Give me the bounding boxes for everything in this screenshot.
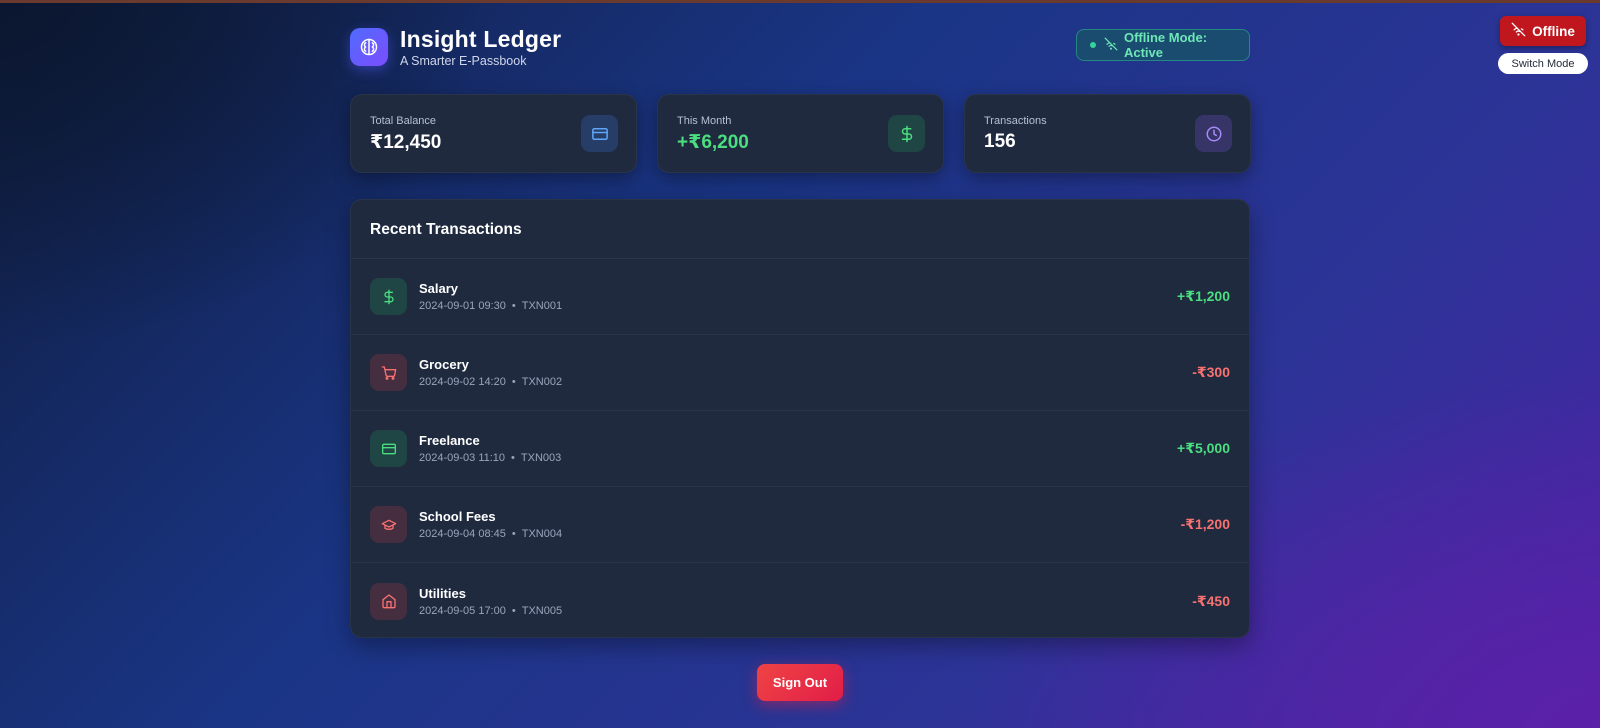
transaction-id: TXN005 [521,604,563,617]
transaction-name: School Fees [419,509,496,524]
wifi-off-icon [1511,22,1526,40]
recent-transactions-panel: Recent Transactions Salary 2024-09-01 09… [350,199,1250,638]
transaction-amount: -₹450 [1192,592,1230,609]
transaction-info: Salary 2024-09-01 09:30 • TXN001 [419,281,562,312]
transaction-datetime: 2024-09-03 11:10 [419,452,506,464]
transaction-meta: 2024-09-03 11:10 • TXN003 [419,452,561,464]
clock-icon [1195,115,1232,152]
offline-mode-label: Offline Mode: Active [1123,30,1208,60]
offline-button[interactable]: Offline [1500,16,1586,46]
app-subtitle: A Smarter E-Passbook [400,54,527,68]
brand: Insight Ledger A Smarter E-Passbook [400,26,561,68]
meta-separator: • [511,528,516,540]
transaction-meta: 2024-09-02 14:20 • TXN002 [419,376,562,388]
meta-separator: • [511,604,516,617]
transaction-info: Freelance 2024-09-03 11:10 • TXN003 [419,433,561,464]
dollar-icon [888,115,925,152]
transaction-row[interactable]: Utilities 2024-09-05 17:00 • TXN005 -₹450 [351,563,1249,637]
transaction-info: School Fees 2024-09-04 08:45 • TXN004 [419,509,562,540]
offline-mode-badge: Offline Mode: Active [1076,29,1250,61]
transaction-amount: +₹5,000 [1177,440,1230,456]
transaction-info: Grocery 2024-09-02 14:20 • TXN002 [419,357,562,388]
transaction-datetime: 2024-09-02 14:20 [419,376,506,388]
status-dot [1090,42,1096,48]
transaction-name: Utilities [419,585,466,601]
graduation-cap-icon [370,506,407,543]
sign-out-button[interactable]: Sign Out [757,664,843,701]
offline-button-label: Offline [1532,23,1575,39]
transaction-name: Salary [419,281,459,296]
app-title: Insight Ledger [400,26,562,52]
shopping-cart-icon [370,354,407,391]
transaction-datetime: 2024-09-05 17:00 [419,604,506,617]
transaction-row[interactable]: Grocery 2024-09-02 14:20 • TXN002 -₹300 [351,335,1249,411]
top-accent-line [0,0,1600,3]
credit-card-icon [370,430,407,467]
transaction-meta: 2024-09-05 17:00 • TXN005 [419,605,562,617]
switch-mode-button[interactable]: Switch Mode [1498,53,1588,74]
transaction-row[interactable]: Salary 2024-09-01 09:30 • TXN001 +₹1,200 [351,259,1249,335]
transaction-id: TXN004 [521,528,563,540]
transaction-name: Grocery [419,357,469,372]
stat-card-this-month: This Month +₹6,200 [657,94,944,173]
transaction-row[interactable]: School Fees 2024-09-04 08:45 • TXN004 -₹1,… [351,487,1249,563]
meta-separator: • [511,376,516,388]
transaction-datetime: 2024-09-04 08:45 [419,528,506,540]
transaction-datetime: 2024-09-01 09:30 [419,300,506,312]
transaction-id: TXN002 [521,376,563,388]
meta-separator: • [511,300,516,312]
panel-title: Recent Transactions [351,200,1249,259]
transaction-id: TXN001 [521,300,563,312]
transaction-id: TXN003 [520,452,562,464]
home-icon [370,582,407,620]
transaction-meta: 2024-09-04 08:45 • TXN004 [419,528,562,540]
transaction-info: Utilities 2024-09-05 17:00 • TXN005 [419,586,562,617]
stats-row: Total Balance ₹12,450 This Month +₹6,200… [350,94,1251,173]
transaction-amount: -₹1,200 [1180,516,1230,532]
transaction-amount: +₹1,200 [1177,288,1230,304]
stat-card-total-balance: Total Balance ₹12,450 [350,94,637,173]
wifi-off-icon [1104,37,1124,54]
stat-card-transactions: Transactions 156 [964,94,1251,173]
transaction-amount: -₹300 [1192,364,1230,380]
transaction-row[interactable]: Freelance 2024-09-03 11:10 • TXN003 +₹5,00… [351,411,1249,487]
credit-card-icon [581,115,618,152]
meta-separator: • [511,452,515,464]
transaction-meta: 2024-09-01 09:30 • TXN001 [419,300,562,312]
dollar-icon [370,278,407,315]
app-header: Insight Ledger A Smarter E-Passbook [350,26,561,68]
brain-logo-icon [350,28,388,66]
transaction-name: Freelance [419,433,480,448]
